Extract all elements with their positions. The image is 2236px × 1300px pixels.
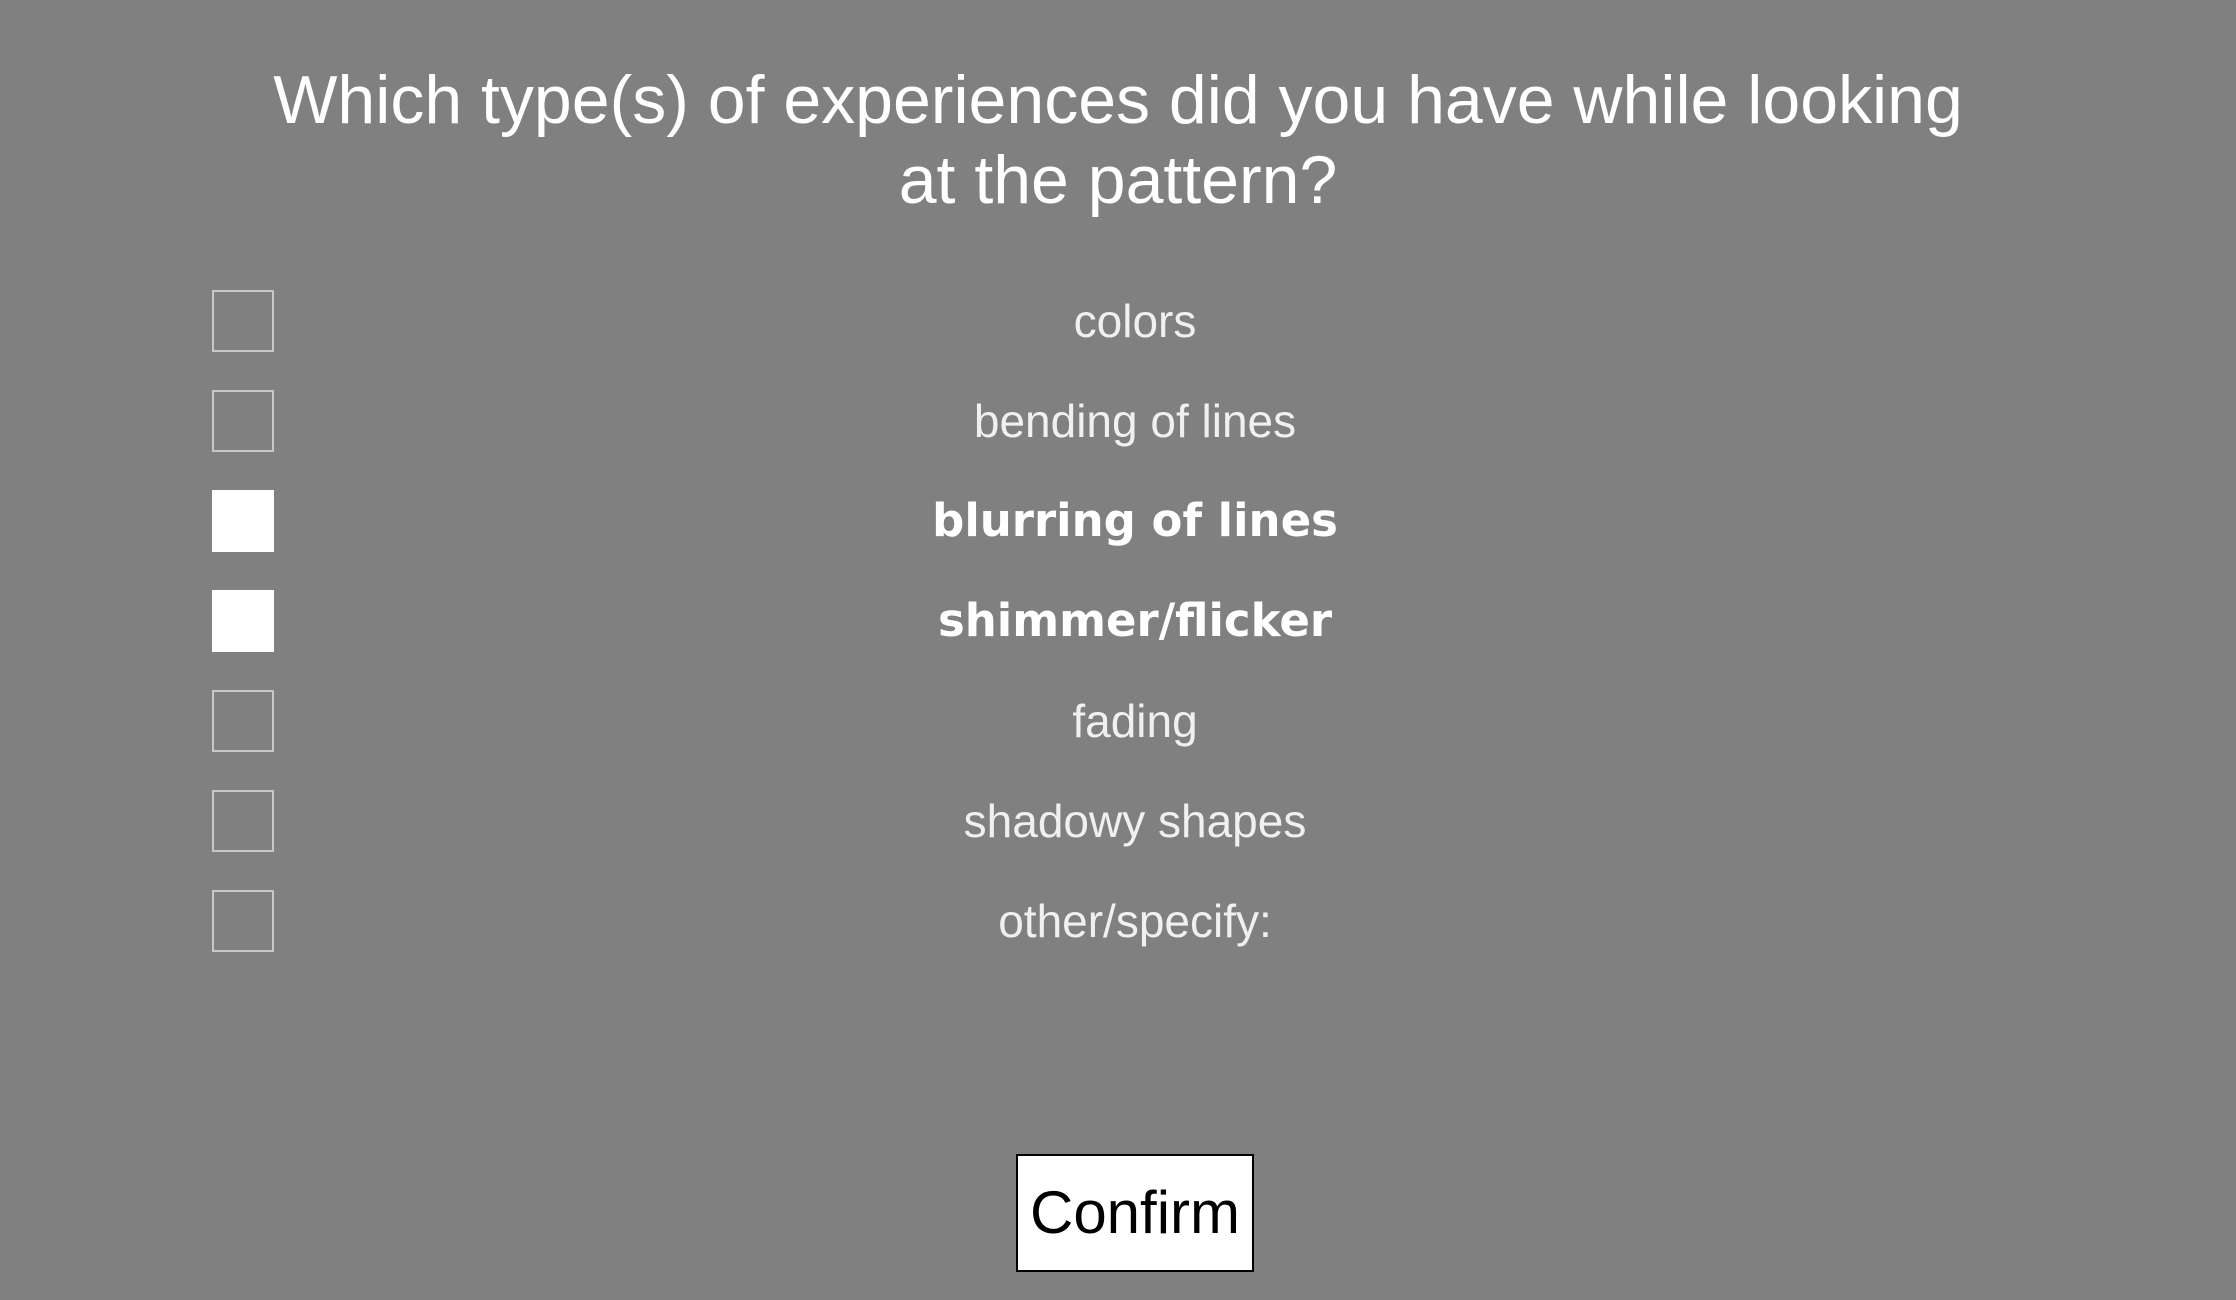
question-text: Which type(s) of experiences did you hav… [0,60,2236,220]
option-shadowy-shapes: shadowy shapes [0,790,2236,852]
option-blurring-of-lines: blurring of lines [0,490,2236,552]
option-label-bending-of-lines: bending of lines [973,395,1297,447]
option-label-shadowy-shapes: shadowy shapes [963,795,1307,847]
question-line-2: at the pattern? [898,142,1338,218]
option-shimmer-flicker: shimmer/flicker [0,590,2236,652]
option-colors: colors [0,290,2236,352]
question-line-1: Which type(s) of experiences did you hav… [273,62,1963,138]
option-bending-of-lines: bending of lines [0,390,2236,452]
option-label-colors: colors [1073,295,1197,347]
option-label-shimmer-flicker: shimmer/flicker [937,594,1333,647]
option-fading: fading [0,690,2236,752]
confirm-button[interactable]: Confirm [1016,1154,1254,1272]
option-label-blurring-of-lines: blurring of lines [932,494,1338,547]
option-label-fading: fading [1072,695,1198,747]
option-other-specify: other/specify: [0,890,2236,952]
option-label-other-specify: other/specify: [998,895,1272,947]
